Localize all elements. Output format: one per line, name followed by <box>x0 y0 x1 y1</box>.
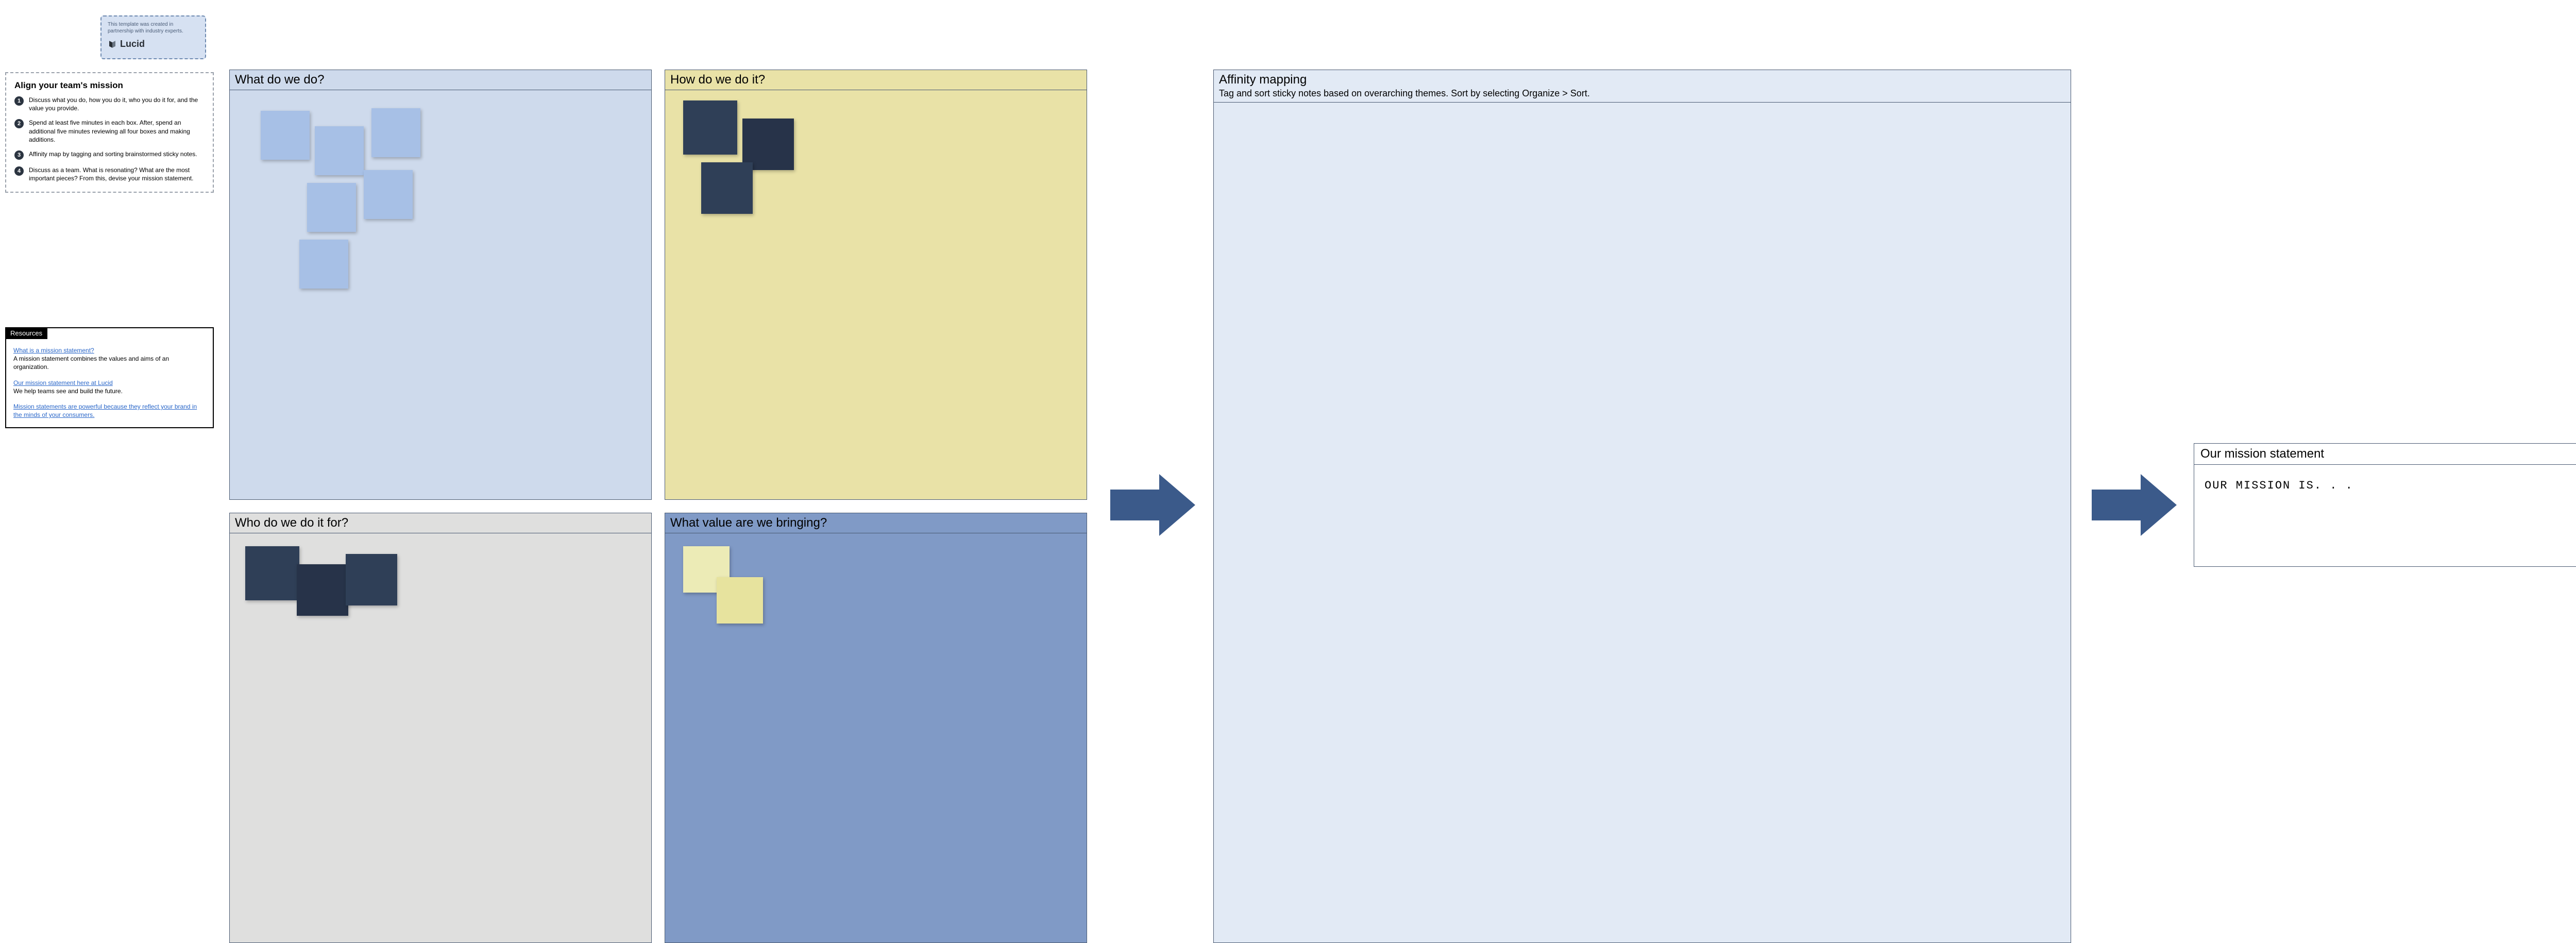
step-text: Discuss what you do, how you do it, who … <box>29 96 205 112</box>
resource-item: What is a mission statement? A mission s… <box>13 346 206 372</box>
step-number-icon: 2 <box>14 119 24 128</box>
panel-how-do-we-do-it[interactable]: How do we do it? <box>665 70 1087 500</box>
resources-panel: Resources What is a mission statement? A… <box>5 327 214 428</box>
sticky-note[interactable] <box>683 100 737 155</box>
step-text: Discuss as a team. What is resonating? W… <box>29 166 205 182</box>
lucid-badge-tagline: This template was created in partnership… <box>108 22 199 35</box>
panel-header: Our mission statement <box>2194 444 2576 465</box>
resource-item: Our mission statement here at Lucid We h… <box>13 379 206 395</box>
step-number-icon: 3 <box>14 150 24 160</box>
sticky-note[interactable] <box>371 108 420 157</box>
sticky-note[interactable] <box>307 183 356 232</box>
instructions-title: Align your team's mission <box>14 80 205 91</box>
step-number-icon: 4 <box>14 166 24 176</box>
panel-subheader: Tag and sort sticky notes based on overa… <box>1214 87 2071 103</box>
panel-header: What value are we bringing? <box>665 513 1087 533</box>
sticky-note[interactable] <box>299 240 348 289</box>
panel-what-do-we-do[interactable]: What do we do? <box>229 70 652 500</box>
instruction-step: 2 Spend at least five minutes in each bo… <box>14 119 205 144</box>
panel-affinity-mapping[interactable]: Affinity mapping Tag and sort sticky not… <box>1213 70 2071 943</box>
step-text: Affinity map by tagging and sorting brai… <box>29 150 197 160</box>
sticky-note[interactable] <box>245 546 299 600</box>
sticky-note[interactable] <box>315 126 364 175</box>
panel-mission-statement[interactable]: Our mission statement OUR MISSION IS. . … <box>2194 443 2576 567</box>
instructions-panel: Align your team's mission 1 Discuss what… <box>5 72 214 193</box>
step-text: Spend at least five minutes in each box.… <box>29 119 205 144</box>
step-number-icon: 1 <box>14 96 24 106</box>
panel-who-for[interactable]: Who do we do it for? <box>229 513 652 943</box>
resource-desc: A mission statement combines the values … <box>13 355 206 371</box>
arrow-right-icon <box>1110 472 1198 538</box>
resource-item: Mission statements are powerful because … <box>13 402 206 419</box>
resource-link[interactable]: Mission statements are powerful because … <box>13 403 197 418</box>
panel-header: How do we do it? <box>665 70 1087 90</box>
instruction-step: 1 Discuss what you do, how you do it, wh… <box>14 96 205 112</box>
sticky-note[interactable] <box>297 564 348 616</box>
sticky-note[interactable] <box>261 111 310 160</box>
lucid-partner-badge: This template was created in partnership… <box>100 15 206 59</box>
lucid-brand-text: Lucid <box>120 39 145 49</box>
sticky-note[interactable] <box>364 170 413 219</box>
resource-link[interactable]: Our mission statement here at Lucid <box>13 379 113 386</box>
arrow-right-icon <box>2092 472 2179 538</box>
sticky-note[interactable] <box>346 554 397 605</box>
panel-header: What do we do? <box>230 70 651 90</box>
resource-link[interactable]: What is a mission statement? <box>13 347 94 354</box>
sticky-note[interactable] <box>701 162 753 214</box>
resources-header: Resources <box>5 327 47 339</box>
lucid-brand: Lucid <box>108 39 199 49</box>
resource-desc: We help teams see and build the future. <box>13 387 206 395</box>
mission-statement-body[interactable]: OUR MISSION IS. . . <box>2194 465 2576 507</box>
instruction-step: 4 Discuss as a team. What is resonating?… <box>14 166 205 182</box>
panel-header: Affinity mapping <box>1214 70 2071 87</box>
instruction-step: 3 Affinity map by tagging and sorting br… <box>14 150 205 160</box>
sticky-note[interactable] <box>717 577 763 624</box>
panel-value[interactable]: What value are we bringing? <box>665 513 1087 943</box>
lucid-logo-icon <box>108 40 117 49</box>
panel-header: Who do we do it for? <box>230 513 651 533</box>
